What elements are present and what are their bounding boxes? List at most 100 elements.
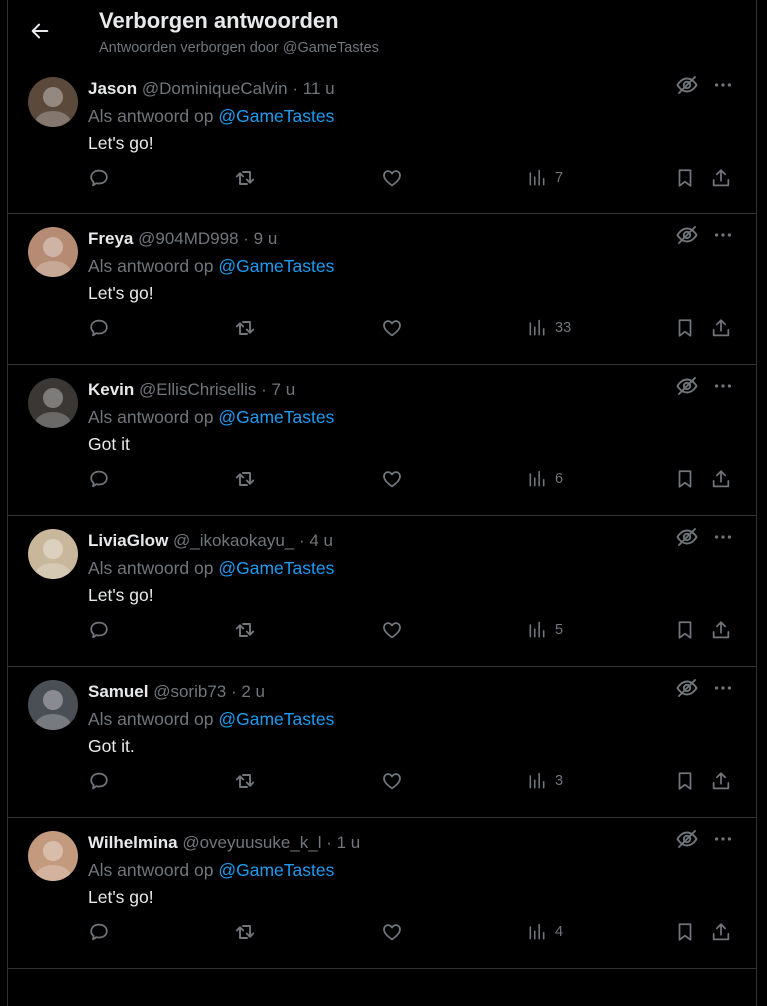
tweet[interactable]: Wilhelmina @oveyuusuke_k_l · 1 u Als ant… (8, 818, 756, 969)
mention-link[interactable]: @GameTastes (218, 860, 334, 880)
avatar[interactable] (28, 378, 78, 428)
share-button[interactable] (710, 613, 732, 647)
user-handle[interactable]: @EllisChrisellis (139, 380, 256, 399)
reply-prefix: Als antwoord op (88, 256, 219, 276)
user-handle[interactable]: @sorib73 (153, 682, 226, 701)
reply-button[interactable] (88, 161, 110, 195)
avatar[interactable] (28, 831, 78, 881)
views-button[interactable]: 3 (527, 764, 563, 798)
timestamp[interactable]: 9 u (254, 229, 278, 248)
reply-prefix: Als antwoord op (88, 860, 219, 880)
tweet[interactable]: Freya @904MD998 · 9 u Als antwoord op @G… (8, 214, 756, 365)
retweet-button[interactable] (233, 311, 257, 345)
more-options-button[interactable] (710, 826, 736, 852)
avatar[interactable] (28, 227, 78, 277)
retweet-button[interactable] (233, 613, 257, 647)
bookmark-button[interactable] (674, 764, 696, 798)
more-dots-icon (714, 686, 732, 690)
like-button[interactable] (381, 915, 403, 949)
bookmark-icon (678, 923, 692, 941)
avatar-image (28, 77, 78, 127)
reply-button[interactable] (88, 764, 110, 798)
views-button[interactable]: 5 (527, 613, 563, 647)
share-button[interactable] (710, 915, 732, 949)
display-name[interactable]: Jason (88, 79, 137, 98)
like-button[interactable] (381, 613, 403, 647)
unhide-reply-button[interactable] (674, 675, 700, 701)
avatar-image (28, 831, 78, 881)
like-button[interactable] (381, 161, 403, 195)
views-button[interactable]: 33 (527, 311, 571, 345)
retweet-button[interactable] (233, 161, 257, 195)
back-button[interactable] (22, 13, 58, 49)
display-name[interactable]: Samuel (88, 682, 148, 701)
tweet-top-actions (674, 675, 736, 701)
timestamp[interactable]: 11 u (303, 79, 335, 98)
tweet[interactable]: LiviaGlow @_ikokaokayu_ · 4 u Als antwoo… (8, 516, 756, 667)
tweet-header: Kevin @EllisChrisellis · 7 u (88, 380, 666, 400)
user-handle[interactable]: @oveyuusuke_k_l (182, 833, 321, 852)
unhide-reply-button[interactable] (674, 524, 700, 550)
more-options-button[interactable] (710, 373, 736, 399)
tweet-actions: 3 (88, 764, 738, 798)
more-options-button[interactable] (710, 675, 736, 701)
reply-context: Als antwoord op @GameTastes (88, 558, 334, 579)
user-handle[interactable]: @DominiqueCalvin (142, 79, 288, 98)
retweet-button[interactable] (233, 915, 257, 949)
mention-link[interactable]: @GameTastes (218, 709, 334, 729)
more-options-button[interactable] (710, 72, 736, 98)
reply-button[interactable] (88, 915, 110, 949)
views-button[interactable]: 6 (527, 462, 563, 496)
display-name[interactable]: Wilhelmina (88, 833, 178, 852)
unhide-reply-button[interactable] (674, 72, 700, 98)
more-options-button[interactable] (710, 524, 736, 550)
bookmark-button[interactable] (674, 161, 696, 195)
bookmark-button[interactable] (674, 311, 696, 345)
avatar[interactable] (28, 77, 78, 127)
display-name[interactable]: Freya (88, 229, 133, 248)
timestamp[interactable]: 4 u (309, 531, 333, 550)
share-button[interactable] (710, 311, 732, 345)
like-button[interactable] (381, 311, 403, 345)
share-button[interactable] (710, 764, 732, 798)
bookmark-button[interactable] (674, 915, 696, 949)
separator: · (326, 833, 337, 852)
timestamp[interactable]: 1 u (337, 833, 361, 852)
reply-context: Als antwoord op @GameTastes (88, 860, 334, 881)
bookmark-button[interactable] (674, 462, 696, 496)
tweet-header: Wilhelmina @oveyuusuke_k_l · 1 u (88, 833, 666, 853)
retweet-button[interactable] (233, 764, 257, 798)
share-button[interactable] (710, 462, 732, 496)
tweet[interactable]: Samuel @sorib73 · 2 u Als antwoord op @G… (8, 667, 756, 818)
mention-link[interactable]: @GameTastes (218, 106, 334, 126)
user-handle[interactable]: @904MD998 (138, 229, 238, 248)
avatar[interactable] (28, 680, 78, 730)
mention-link[interactable]: @GameTastes (218, 407, 334, 427)
unhide-reply-button[interactable] (674, 222, 700, 248)
display-name[interactable]: LiviaGlow (88, 531, 168, 550)
timestamp[interactable]: 7 u (272, 380, 296, 399)
bookmark-button[interactable] (674, 613, 696, 647)
hidden-eye-icon (676, 830, 698, 848)
tweet[interactable]: Kevin @EllisChrisellis · 7 u Als antwoor… (8, 365, 756, 516)
display-name[interactable]: Kevin (88, 380, 134, 399)
user-handle[interactable]: @_ikokaokayu_ (173, 531, 294, 550)
mention-link[interactable]: @GameTastes (218, 256, 334, 276)
mention-link[interactable]: @GameTastes (218, 558, 334, 578)
timestamp[interactable]: 2 u (241, 682, 265, 701)
unhide-reply-button[interactable] (674, 373, 700, 399)
tweet-header: Samuel @sorib73 · 2 u (88, 682, 666, 702)
tweet[interactable]: Jason @DominiqueCalvin · 11 u Als antwoo… (8, 64, 756, 214)
like-button[interactable] (381, 462, 403, 496)
share-button[interactable] (710, 161, 732, 195)
avatar[interactable] (28, 529, 78, 579)
unhide-reply-button[interactable] (674, 826, 700, 852)
reply-button[interactable] (88, 613, 110, 647)
reply-button[interactable] (88, 462, 110, 496)
reply-button[interactable] (88, 311, 110, 345)
retweet-button[interactable] (233, 462, 257, 496)
like-button[interactable] (381, 764, 403, 798)
views-button[interactable]: 7 (527, 161, 563, 195)
more-options-button[interactable] (710, 222, 736, 248)
views-button[interactable]: 4 (527, 915, 563, 949)
